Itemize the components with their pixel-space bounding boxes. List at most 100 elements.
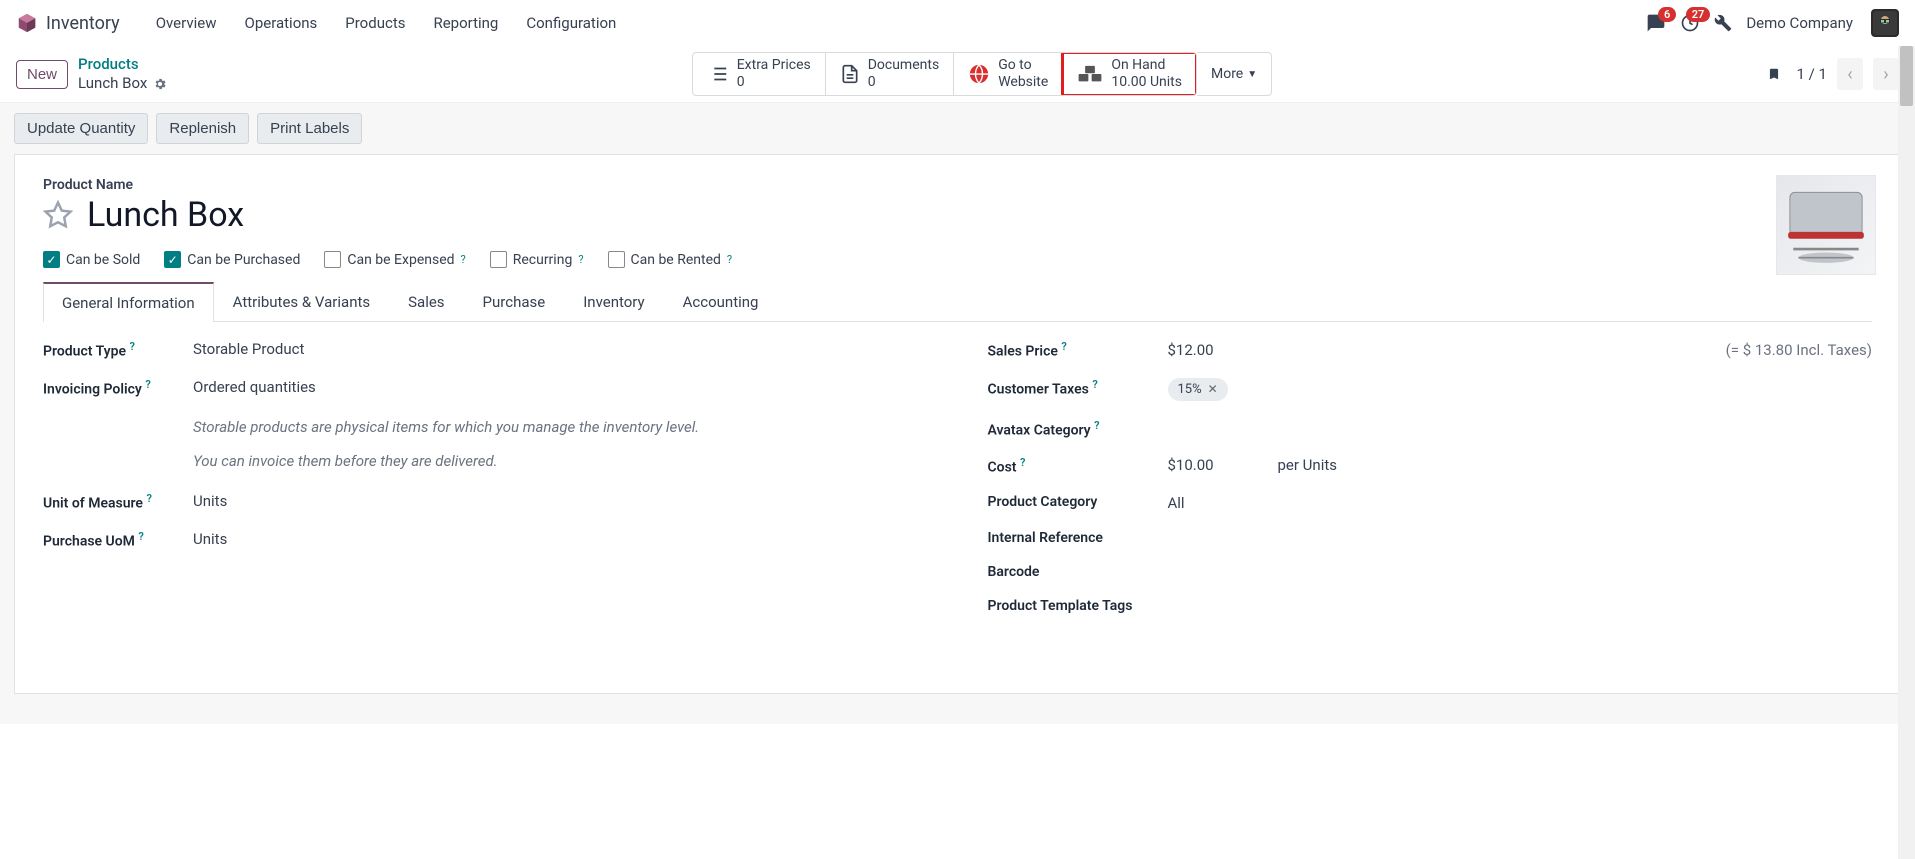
stat-buttons: Extra Prices0 Documents0 Go toWebsite On… <box>692 52 1197 96</box>
menu-operations[interactable]: Operations <box>231 10 332 36</box>
purchase-uom-label: Purchase UoM <box>43 534 135 550</box>
stat-website-line1: Go to <box>998 57 1048 74</box>
invoicing-policy-value[interactable]: Ordered quantities <box>193 378 316 396</box>
help-icon[interactable]: ? <box>146 492 151 505</box>
general-info-content: Product Type ? Storable Product Invoicin… <box>43 340 1872 632</box>
cost-value[interactable]: $10.00 <box>1168 456 1278 474</box>
boxes-icon <box>1077 63 1103 85</box>
help-icon[interactable]: ? <box>1061 340 1066 353</box>
help-icon[interactable]: ? <box>578 253 583 266</box>
messages-badge: 6 <box>1658 7 1676 22</box>
scrollbar-thumb[interactable] <box>1900 46 1913 106</box>
menu-overview[interactable]: Overview <box>142 10 231 36</box>
product-image[interactable] <box>1776 175 1876 275</box>
stat-documents-label: Documents <box>868 57 939 74</box>
tab-inventory[interactable]: Inventory <box>564 282 663 321</box>
stat-goto-website[interactable]: Go toWebsite <box>954 53 1063 95</box>
barcode-label: Barcode <box>988 564 1168 580</box>
avatar-icon <box>1871 9 1899 37</box>
customer-taxes-value[interactable]: 15%✕ <box>1168 378 1228 401</box>
check-rented-label: Can be Rented <box>631 252 721 268</box>
help-icon[interactable]: ? <box>138 530 143 543</box>
print-labels-button[interactable]: Print Labels <box>257 113 362 144</box>
help-icon[interactable]: ? <box>130 340 135 353</box>
activities-icon[interactable]: 27 <box>1680 13 1700 33</box>
invoicing-policy-label: Invoicing Policy <box>43 381 142 397</box>
check-can-be-purchased[interactable]: ✓Can be Purchased <box>164 251 300 268</box>
caret-down-icon: ▼ <box>1247 69 1257 80</box>
field-cost: Cost ? $10.00 per Units <box>988 456 1873 476</box>
checkbox-icon <box>608 251 625 268</box>
check-recurring[interactable]: Recurring ? <box>490 251 584 268</box>
stat-extra-prices-label: Extra Prices <box>737 57 811 74</box>
app-logo-icon[interactable] <box>16 12 38 34</box>
form-sheet: Product Name Lunch Box ✓Can be Sold ✓Can… <box>14 154 1901 694</box>
checkbox-icon <box>490 251 507 268</box>
update-quantity-button[interactable]: Update Quantity <box>14 113 148 144</box>
document-icon <box>840 63 860 85</box>
field-customer-taxes: Customer Taxes ? 15%✕ <box>988 378 1873 401</box>
breadcrumb-parent[interactable]: Products <box>78 55 167 75</box>
replenish-button[interactable]: Replenish <box>156 113 249 144</box>
field-invoicing-policy: Invoicing Policy ? Ordered quantities <box>43 378 928 398</box>
gear-icon[interactable] <box>153 77 167 91</box>
avatax-label: Avatax Category <box>988 422 1091 438</box>
sales-price-incl: (= $ 13.80 Incl. Taxes) <box>1726 341 1872 359</box>
more-button[interactable]: More ▼ <box>1197 52 1272 96</box>
tab-sales[interactable]: Sales <box>389 282 463 321</box>
user-avatar[interactable] <box>1871 9 1899 37</box>
pager-text[interactable]: 1 / 1 <box>1797 65 1828 83</box>
sales-price-label: Sales Price <box>988 344 1058 360</box>
help-icon[interactable]: ? <box>1092 378 1097 391</box>
product-name[interactable]: Lunch Box <box>87 195 244 235</box>
pager-prev[interactable]: ‹ <box>1837 58 1863 90</box>
field-sales-price: Sales Price ? $12.00 (= $ 13.80 Incl. Ta… <box>988 340 1873 360</box>
menu-configuration[interactable]: Configuration <box>512 10 630 36</box>
uom-value[interactable]: Units <box>193 492 227 510</box>
scrollbar[interactable] <box>1898 46 1915 859</box>
help-icon[interactable]: ? <box>461 253 466 266</box>
help-icon[interactable]: ? <box>1094 419 1099 432</box>
help-text-1: Storable products are physical items for… <box>193 415 928 441</box>
menu-reporting[interactable]: Reporting <box>419 10 512 36</box>
check-can-be-sold[interactable]: ✓Can be Sold <box>43 251 140 268</box>
product-type-value[interactable]: Storable Product <box>193 340 304 358</box>
checkbox-row: ✓Can be Sold ✓Can be Purchased Can be Ex… <box>43 251 1872 268</box>
tax-remove-icon[interactable]: ✕ <box>1208 382 1218 396</box>
breadcrumb-current-label: Lunch Box <box>78 74 147 94</box>
stat-on-hand[interactable]: On Hand10.00 Units <box>1063 53 1196 95</box>
tax-tag[interactable]: 15%✕ <box>1168 378 1228 401</box>
tab-general-information[interactable]: General Information <box>43 282 214 322</box>
menu-products[interactable]: Products <box>331 10 419 36</box>
tab-accounting[interactable]: Accounting <box>664 282 778 321</box>
pager-next[interactable]: › <box>1873 58 1899 90</box>
pager: 1 / 1 ‹ › <box>1767 58 1900 90</box>
sales-price-value[interactable]: $12.00 <box>1168 341 1214 359</box>
favorite-star-icon[interactable] <box>43 200 73 230</box>
stat-extra-prices[interactable]: Extra Prices0 <box>693 53 826 95</box>
field-internal-reference: Internal Reference <box>988 530 1873 546</box>
app-title[interactable]: Inventory <box>46 13 120 34</box>
tools-icon[interactable] <box>1714 14 1732 32</box>
new-button[interactable]: New <box>16 60 68 89</box>
stat-documents[interactable]: Documents0 <box>826 53 954 95</box>
check-can-be-rented[interactable]: Can be Rented ? <box>608 251 733 268</box>
list-icon <box>707 63 729 85</box>
stat-extra-prices-value: 0 <box>737 74 811 91</box>
action-buttons: Update Quantity Replenish Print Labels <box>14 103 1901 154</box>
uom-label: Unit of Measure <box>43 496 143 512</box>
help-icon[interactable]: ? <box>145 378 150 391</box>
tab-attributes-variants[interactable]: Attributes & Variants <box>214 282 389 321</box>
company-switcher[interactable]: Demo Company <box>1746 14 1853 32</box>
field-purchase-uom: Purchase UoM ? Units <box>43 530 928 550</box>
check-recurring-label: Recurring <box>513 252 573 268</box>
tab-purchase[interactable]: Purchase <box>464 282 565 321</box>
control-bar: New Products Lunch Box Extra Prices0 Doc… <box>0 46 1915 102</box>
help-icon[interactable]: ? <box>1020 456 1025 469</box>
messages-icon[interactable]: 6 <box>1646 13 1666 33</box>
bookmark-icon[interactable] <box>1767 65 1781 83</box>
category-value[interactable]: All <box>1168 494 1185 512</box>
check-can-be-expensed[interactable]: Can be Expensed ? <box>324 251 465 268</box>
purchase-uom-value[interactable]: Units <box>193 530 227 548</box>
help-icon[interactable]: ? <box>727 253 732 266</box>
